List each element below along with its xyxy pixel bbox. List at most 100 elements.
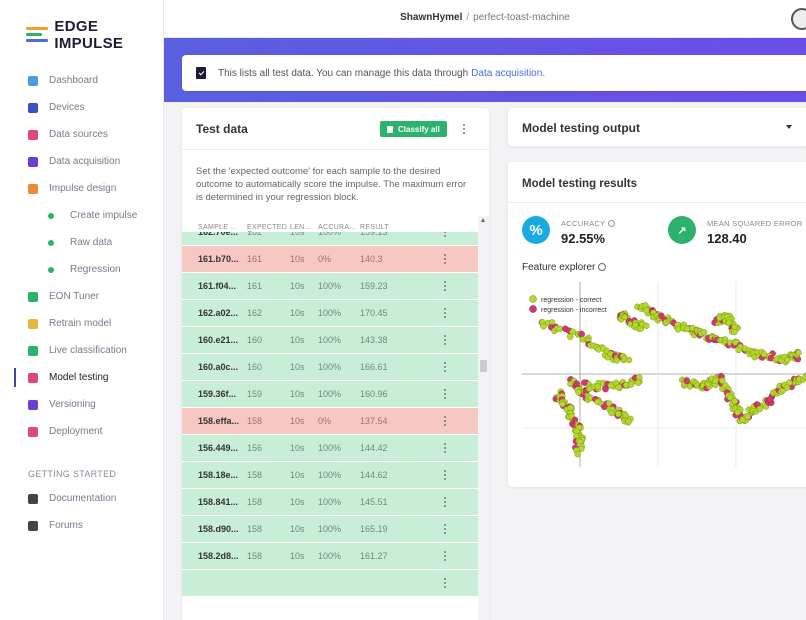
row-menu-icon[interactable] xyxy=(440,416,450,426)
help-icon[interactable] xyxy=(598,263,607,271)
table-row[interactable]: 156.449... 156 10s 100% 144.42 xyxy=(182,435,478,462)
scroll-thumb[interactable] xyxy=(480,360,487,372)
row-menu-icon[interactable] xyxy=(440,578,450,588)
chevron-down-icon[interactable] xyxy=(786,125,792,129)
point-correct[interactable] xyxy=(756,405,764,413)
table-row[interactable]: 159.36f... 159 10s 100% 160.96 xyxy=(182,381,478,408)
point-correct[interactable] xyxy=(559,400,566,408)
model-testing-output-card[interactable]: Model testing output xyxy=(508,108,806,146)
table-row[interactable]: 162.70e... 162 10s 100% 159.13 xyxy=(182,232,478,246)
row-menu-icon[interactable] xyxy=(440,551,450,561)
sidebar-item-live-classification[interactable]: Live classification xyxy=(0,337,164,364)
point-correct[interactable] xyxy=(725,319,733,326)
table-row[interactable]: 158.effa... 158 10s 0% 137.54 xyxy=(182,408,478,435)
point-correct[interactable] xyxy=(731,397,739,405)
point-correct[interactable] xyxy=(625,418,632,425)
sidebar-item-create-impulse[interactable]: Create impulse xyxy=(0,202,164,229)
point-incorrect[interactable] xyxy=(766,396,774,404)
table-row[interactable]: 158.d90... 158 10s 100% 165.19 xyxy=(182,516,478,543)
point-correct[interactable] xyxy=(735,346,742,354)
point-incorrect[interactable] xyxy=(683,377,691,385)
point-correct[interactable] xyxy=(700,329,708,336)
sidebar-item-versioning[interactable]: Versioning xyxy=(0,391,164,418)
table-row[interactable]: 158.18e... 158 10s 100% 144.62 xyxy=(182,462,478,489)
point-correct[interactable] xyxy=(731,328,738,336)
point-correct[interactable] xyxy=(615,383,622,391)
cell-length: 10s xyxy=(290,335,305,345)
table-row[interactable]: 160.e21... 160 10s 100% 143.38 xyxy=(182,327,478,354)
point-incorrect[interactable] xyxy=(578,330,585,338)
row-menu-icon[interactable] xyxy=(440,254,450,264)
sidebar-item-dashboard[interactable]: Dashboard xyxy=(0,67,164,94)
row-menu-icon[interactable] xyxy=(440,497,450,507)
point-correct[interactable] xyxy=(567,333,574,340)
table-row[interactable] xyxy=(182,570,478,597)
feature-explorer-plot[interactable]: regression - correct regression - incorr… xyxy=(522,282,806,482)
point-correct[interactable] xyxy=(594,383,601,390)
point-correct[interactable] xyxy=(634,379,642,386)
row-menu-icon[interactable] xyxy=(440,389,450,399)
col-length[interactable]: LEN... xyxy=(290,224,318,231)
table-row[interactable]: 161.b70... 161 10s 0% 140.3 xyxy=(182,246,478,273)
point-correct[interactable] xyxy=(615,410,622,418)
sidebar-item-data-sources[interactable]: Data sources xyxy=(0,121,164,148)
point-correct[interactable] xyxy=(567,404,574,412)
row-menu-icon[interactable] xyxy=(440,443,450,453)
scroll-up-icon[interactable] xyxy=(481,218,485,222)
sidebar-item-raw-data[interactable]: Raw data xyxy=(0,229,164,256)
point-correct[interactable] xyxy=(643,307,650,314)
point-correct[interactable] xyxy=(744,413,751,421)
point-correct[interactable] xyxy=(795,349,802,357)
sidebar-item-retrain-model[interactable]: Retrain model xyxy=(0,310,164,337)
point-correct[interactable] xyxy=(627,381,635,388)
point-correct[interactable] xyxy=(608,409,615,417)
breadcrumb-user[interactable]: ShawnHymel xyxy=(400,12,462,23)
row-menu-icon[interactable] xyxy=(440,335,450,345)
table-row[interactable]: 158.841... 158 10s 100% 145.51 xyxy=(182,489,478,516)
sidebar-item-impulse-design[interactable]: Impulse design xyxy=(0,175,164,202)
sidebar: EDGE IMPULSE Dashboard Devices Data source… xyxy=(0,0,164,620)
row-menu-icon[interactable] xyxy=(440,281,450,291)
row-menu-icon[interactable] xyxy=(440,524,450,534)
row-menu-icon[interactable] xyxy=(440,362,450,372)
point-correct[interactable] xyxy=(625,356,633,364)
app-name: EDGE IMPULSE xyxy=(54,18,124,52)
test-data-menu-icon[interactable] xyxy=(459,121,469,137)
row-menu-icon[interactable] xyxy=(440,308,450,318)
point-incorrect[interactable] xyxy=(581,379,588,386)
sidebar-item-regression[interactable]: Regression xyxy=(0,256,164,283)
row-menu-icon[interactable] xyxy=(440,470,450,480)
point-correct[interactable] xyxy=(674,326,682,333)
sidebar-item-model-testing[interactable]: Model testing xyxy=(0,364,164,391)
col-result[interactable]: RESULT xyxy=(360,224,430,231)
point-correct[interactable] xyxy=(719,377,726,385)
sidebar-item-data-acquisition[interactable]: Data acquisition xyxy=(0,148,164,175)
sidebar-item-forums[interactable]: Forums xyxy=(0,512,164,539)
scrollbar[interactable] xyxy=(478,216,489,620)
avatar[interactable] xyxy=(791,8,806,30)
point-correct[interactable] xyxy=(575,389,582,396)
point-correct[interactable] xyxy=(643,322,650,329)
point-correct[interactable] xyxy=(712,377,719,384)
point-correct[interactable] xyxy=(556,325,563,333)
table-row[interactable]: 161.f04... 161 10s 100% 159.23 xyxy=(182,273,478,300)
table-row[interactable]: 162.a02... 162 10s 100% 170.45 xyxy=(182,300,478,327)
col-sample[interactable]: SAMPLE ... xyxy=(182,224,244,231)
data-acquisition-link[interactable]: Data acquisition xyxy=(471,68,542,79)
table-row[interactable]: 158.2d8... 158 10s 100% 161.27 xyxy=(182,543,478,570)
cell-sample: 158.18e... xyxy=(198,470,239,480)
sidebar-item-documentation[interactable]: Documentation xyxy=(0,485,164,512)
sidebar-item-devices[interactable]: Devices xyxy=(0,94,164,121)
help-icon[interactable] xyxy=(607,220,615,227)
point-correct[interactable] xyxy=(607,382,615,389)
point-correct[interactable] xyxy=(574,450,581,458)
breadcrumb-project[interactable]: perfect-toast-machine xyxy=(473,12,570,23)
logo[interactable]: EDGE IMPULSE xyxy=(26,18,163,52)
col-accuracy[interactable]: ACCURA... xyxy=(318,224,360,231)
table-row[interactable]: 160.a0c... 160 10s 100% 166.61 xyxy=(182,354,478,381)
sidebar-item-eon-tuner[interactable]: EON Tuner xyxy=(0,283,164,310)
row-menu-icon[interactable] xyxy=(440,232,450,237)
sidebar-item-deployment[interactable]: Deployment xyxy=(0,418,164,445)
sidebar-item-label: Impulse design xyxy=(49,183,117,194)
classify-all-button[interactable]: Classify all xyxy=(380,121,447,137)
